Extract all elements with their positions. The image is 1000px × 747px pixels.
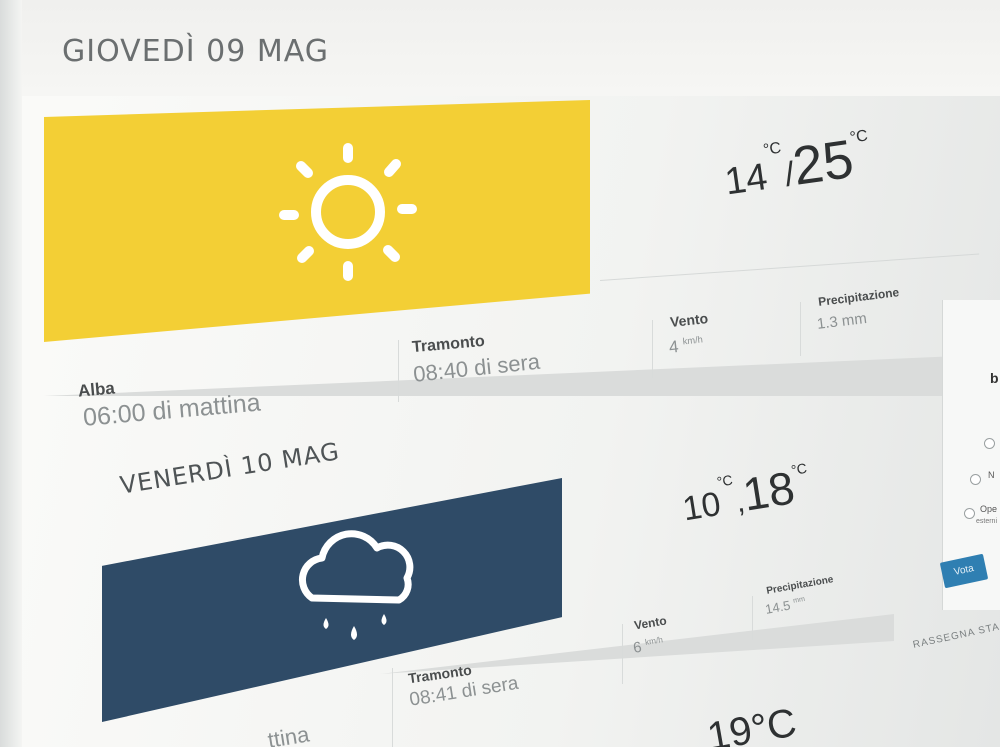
temp-unit: °C — [789, 459, 809, 479]
weather-page: GIOVEDÌ 09 MAG 14°C/25°C Alba 06:00 di m… — [0, 0, 1000, 747]
sunrise-label: Alba — [77, 378, 116, 401]
weather-card-sunny — [44, 100, 590, 342]
poll-option-radio[interactable] — [964, 508, 975, 519]
wind-label: Vento — [669, 310, 709, 330]
separator — [398, 340, 399, 402]
temp-unit: °C — [715, 471, 734, 490]
press-review-heading: RASSEGNA STA — [912, 621, 1000, 651]
separator — [622, 624, 623, 684]
temp-high: 25 — [789, 128, 857, 197]
next-day-temperature: 19°C — [704, 700, 800, 747]
separator — [800, 302, 801, 356]
temperature-range: 10°C,18°C — [678, 458, 814, 531]
poll-option-radio[interactable] — [970, 474, 981, 485]
temperature-range: 14°C/25°C — [720, 125, 875, 207]
wind-label: Vento — [633, 613, 668, 633]
screen-edge — [0, 0, 22, 747]
precipitation-label: Precipitazione — [765, 574, 835, 597]
poll-option-extra: esterni — [976, 518, 998, 525]
sunrise-value: ttina — [266, 721, 311, 747]
wind-speed: 6 — [632, 638, 643, 657]
poll-option-label: Ope — [980, 504, 998, 514]
wind-speed: 4 — [668, 337, 680, 357]
wind-unit: km/h — [682, 334, 704, 347]
day-title: GIOVEDÌ 09 MAG — [62, 34, 329, 69]
wind-unit: km/h — [644, 635, 664, 647]
sidebar-heading-letter: b — [990, 370, 999, 386]
day-title: VENERDÌ 10 MAG — [118, 437, 342, 500]
separator — [392, 668, 393, 747]
divider — [600, 253, 980, 281]
poll-option-radio[interactable] — [984, 438, 995, 449]
temp-unit: °C — [762, 139, 783, 160]
poll-option-label: N — [988, 470, 995, 480]
precipitation-value: 14.5 mm — [764, 595, 807, 617]
temp-low: 14 — [722, 155, 770, 204]
separator — [652, 320, 653, 378]
precipitation-amount: 14.5 — [764, 597, 792, 617]
temp-low: 10 — [680, 484, 724, 529]
wind-value: 4 km/h — [668, 334, 704, 357]
precipitation-unit: mm — [792, 594, 806, 605]
sun-icon — [279, 143, 417, 281]
precipitation-value: 1.3 mm — [816, 309, 868, 333]
separator — [752, 596, 753, 640]
sunset-label: Tramonto — [411, 332, 486, 357]
temp-unit: °C — [848, 127, 869, 148]
precipitation-label: Precipitazione — [817, 285, 900, 309]
temp-high: 18 — [739, 461, 798, 521]
